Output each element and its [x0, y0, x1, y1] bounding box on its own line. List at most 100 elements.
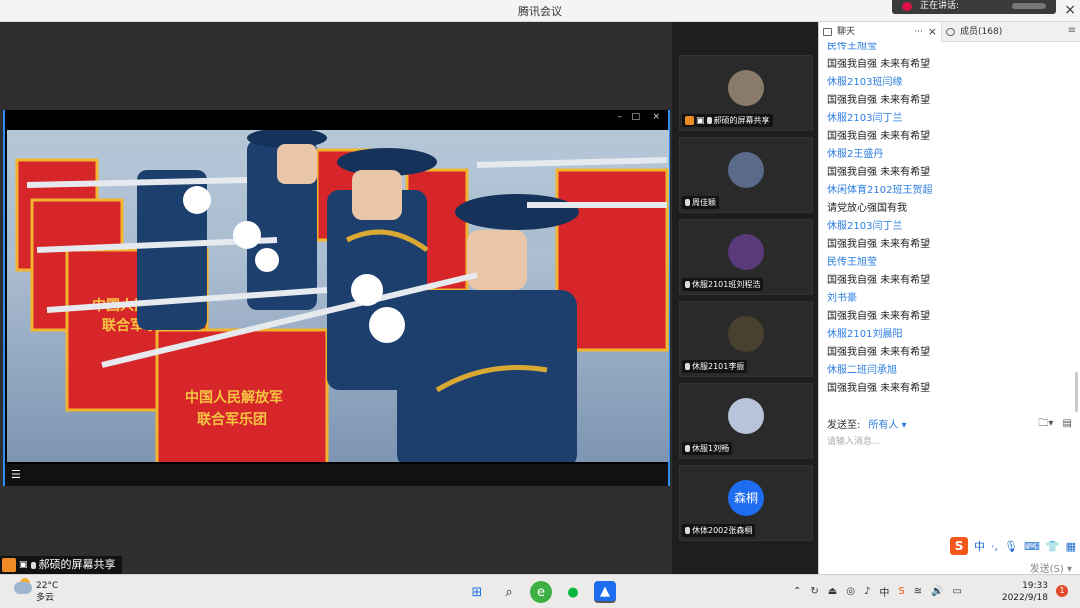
ime-mode[interactable]: 中	[974, 538, 985, 554]
sync-icon[interactable]: ↻	[810, 586, 818, 597]
start-icon[interactable]: ⊞	[466, 581, 488, 603]
message-sender[interactable]: 民传王旭莹	[827, 42, 1077, 56]
avatar	[728, 398, 764, 434]
message-sender[interactable]: 休服二班闫承旭	[827, 362, 1077, 380]
participant-name: 周佳颖	[692, 198, 716, 207]
sharer-tag: ▣ 郝硕的屏幕共享	[0, 556, 122, 574]
close-icon[interactable]: ×	[928, 22, 937, 42]
message-sender[interactable]: 休服2103班闫缘	[827, 74, 1077, 92]
wifi-icon[interactable]: ≋	[914, 586, 922, 597]
share-close-icon[interactable]: ×	[652, 112, 660, 122]
speaker-icon	[902, 2, 912, 11]
keyboard-icon[interactable]: ⌨	[1024, 540, 1040, 553]
punctuation-icon[interactable]: ·,	[991, 540, 998, 553]
weather-widget[interactable]: 22°C 多云	[14, 578, 59, 604]
menu-icon[interactable]: ≡	[1068, 25, 1076, 36]
message-sender[interactable]: 民传王旭莹	[827, 254, 1077, 272]
screenshot-icon[interactable]: ▤	[1063, 418, 1072, 429]
send-to-select[interactable]: 所有人 ▾	[868, 420, 906, 431]
send-to: 发送至: 所有人 ▾	[827, 416, 907, 431]
notification-badge[interactable]: 1	[1056, 585, 1068, 597]
ime-toolbar: S 中 ·, 🎙 ⌨ 👕 ▦	[950, 536, 1076, 556]
tab-chat[interactable]: 聊天 ··· ×	[819, 22, 941, 42]
voice-icon[interactable]: 🎙	[1004, 540, 1018, 553]
speaking-indicator: 正在讲话:	[892, 0, 1056, 14]
chat-tools: 🗀▾ ▤	[1038, 416, 1072, 433]
message-sender[interactable]: 休服2101刘晨阳	[827, 326, 1077, 344]
participant-tile[interactable]: 森桐 休体2002张森桐	[679, 465, 813, 541]
participant-tile[interactable]: ▣ 郝硕的屏幕共享	[679, 55, 813, 131]
avatar	[728, 70, 764, 106]
send-to-label: 发送至:	[827, 420, 861, 431]
avatar	[728, 316, 764, 352]
wechat-icon[interactable]: ●	[562, 581, 584, 603]
participant-column: ▣ 郝硕的屏幕共享 周佳颖 休服2101班刘程浩 休服2101李振 休服1刘畅	[672, 22, 818, 574]
mic-icon	[685, 363, 690, 370]
minimize-icon[interactable]: –	[618, 112, 623, 122]
tab-chat-label: 聊天	[837, 27, 856, 37]
message-sender[interactable]: 刘书豪	[827, 290, 1077, 308]
participant-name: 郝硕的屏幕共享	[713, 116, 770, 125]
participant-tile[interactable]: 休服1刘畅	[679, 383, 813, 459]
sogou-icon[interactable]: S	[950, 537, 969, 555]
chat-tabs: 聊天 ··· × 成员(168) ≡	[819, 22, 1080, 42]
mic-icon	[685, 199, 690, 206]
more-icon[interactable]: ···	[914, 22, 923, 42]
cloud-icon	[14, 582, 32, 594]
screen-share-frame[interactable]: – □ × 联合军乐团 中国人民解放军 联合军乐团 ☰	[3, 110, 670, 486]
tencent-meeting-icon[interactable]: ▲	[594, 581, 616, 603]
message-sender[interactable]: 休服2103闫丁兰	[827, 218, 1077, 236]
host-icon	[2, 558, 16, 572]
date: 2022/9/18	[1001, 593, 1048, 603]
message-text: 国强我自强 未来有希望	[827, 311, 931, 322]
participant-name-tag: 周佳颖	[682, 196, 719, 209]
taskbar-apps: ⊞ ⌕ e ● ▲	[466, 581, 616, 603]
message-text: 请党放心强国有我	[827, 203, 907, 214]
chat-input[interactable]: 请输入消息...	[827, 434, 881, 447]
search-icon[interactable]: ⌕	[498, 581, 520, 603]
system-tray: ⌃ ↻ ⏏ ◎ ♪ 中 S ≋ 🔊 ▭	[793, 584, 962, 599]
ime-indicator[interactable]: 中	[879, 584, 889, 599]
host-icon	[685, 116, 694, 125]
participant-tile[interactable]: 休服2101李振	[679, 301, 813, 377]
volume-icon[interactable]: 🔊	[931, 586, 943, 597]
screen-share-icon: ▣	[19, 560, 28, 570]
send-button[interactable]: 发送(S) ▾	[1030, 560, 1072, 575]
app-tray-icon[interactable]: ◎	[846, 586, 855, 597]
participant-name: 休服2101李振	[692, 362, 745, 371]
tab-members[interactable]: 成员(168)	[941, 22, 1059, 42]
message-text: 国强我自强 未来有希望	[827, 347, 931, 358]
chat-scrollbar[interactable]	[1075, 372, 1078, 412]
message-sender[interactable]: 休服2103闫丁兰	[827, 110, 1077, 128]
file-icon[interactable]: 🗀▾	[1038, 418, 1053, 429]
mic-icon	[685, 445, 690, 452]
mic-tray-icon[interactable]: ♪	[864, 586, 870, 597]
share-toolbar: ☰	[5, 464, 668, 486]
mic-icon	[685, 281, 690, 288]
battery-icon[interactable]: ▭	[953, 586, 962, 597]
close-icon[interactable]: ×	[1064, 2, 1076, 18]
temperature: 22°C	[36, 581, 59, 591]
list-icon[interactable]: ☰	[11, 468, 21, 481]
message-text: 国强我自强 未来有希望	[827, 131, 931, 142]
participant-tile[interactable]: 周佳颖	[679, 137, 813, 213]
maximize-icon[interactable]: □	[631, 112, 640, 122]
avatar	[728, 234, 764, 270]
screen-share-icon: ▣	[696, 115, 705, 126]
mic-icon	[706, 117, 712, 124]
message-sender[interactable]: 休闲体育2102班王贺超	[827, 182, 1077, 200]
skin-icon[interactable]: 👕	[1046, 540, 1060, 553]
browser-icon[interactable]: e	[530, 581, 552, 603]
message-text: 国强我自强 未来有希望	[827, 167, 931, 178]
clock[interactable]: 19:33 2022/9/18	[1002, 580, 1048, 604]
toolbox-icon[interactable]: ▦	[1066, 540, 1076, 553]
message-sender[interactable]: 休服2王盛丹	[827, 146, 1077, 164]
chevron-up-icon[interactable]: ⌃	[793, 586, 801, 597]
usb-icon[interactable]: ⏏	[828, 586, 837, 597]
message-text: 国强我自强 未来有希望	[827, 275, 931, 286]
sogou-tray-icon[interactable]: S	[898, 586, 904, 597]
participant-name-tag: 休服2101班刘程浩	[682, 278, 764, 291]
svg-text:中国人民解放军: 中国人民解放军	[185, 389, 283, 406]
title-bar: 腾讯会议 正在讲话: ×	[0, 0, 1080, 22]
participant-tile[interactable]: 休服2101班刘程浩	[679, 219, 813, 295]
